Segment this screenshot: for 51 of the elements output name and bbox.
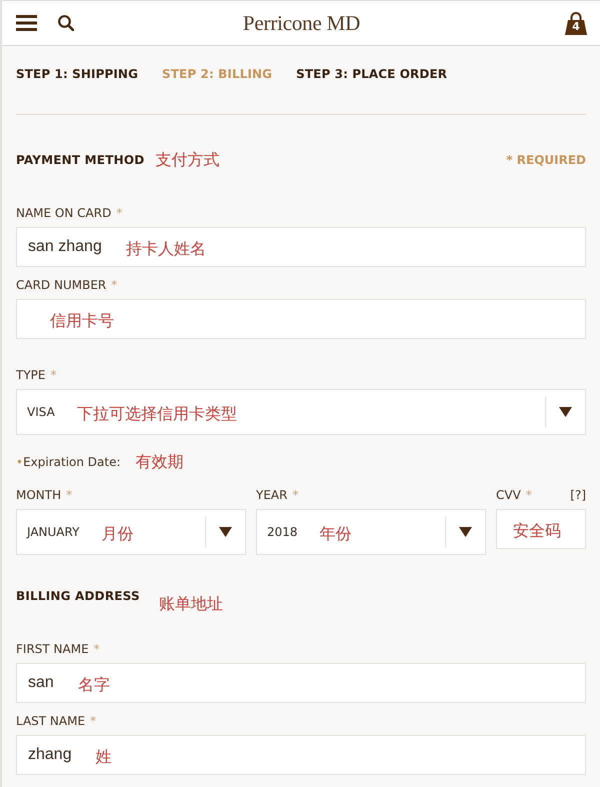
checkout-step-tab[interactable]: STEP 1: SHIPPING [16, 66, 138, 82]
required-mark: * [94, 641, 100, 657]
field-label: LAST NAME [16, 713, 86, 729]
annotation-text: 月份 [101, 523, 134, 544]
annotation-text: 年份 [320, 523, 352, 544]
required-mark: * [90, 713, 96, 729]
search-icon[interactable] [58, 15, 74, 31]
annotation-text: 名字 [78, 674, 110, 695]
annotation-text: 持卡人姓名 [126, 238, 206, 259]
annotation-text: 姓 [96, 746, 112, 767]
required-mark: * [50, 367, 56, 383]
input-field[interactable]: san 名字 [16, 663, 586, 703]
checkout-step-tab[interactable]: STEP 3: PLACE ORDER [296, 66, 448, 82]
cart-count: 4 [571, 20, 581, 32]
caret-icon [459, 527, 472, 537]
caret-icon [219, 527, 232, 537]
required-note: * REQUIRED [506, 152, 586, 168]
annotation-text: 信用卡号 [50, 310, 114, 331]
required-mark: * [526, 487, 532, 503]
bullet-mark: • [16, 454, 24, 470]
annotation-text: 账单地址 [158, 594, 223, 614]
input-field[interactable]: 信用卡号 [16, 299, 586, 339]
section-title: BILLING ADDRESS [16, 588, 140, 604]
field-label: NAME ON CARD [16, 205, 112, 221]
required-mark: * [66, 487, 72, 503]
select-dropdown[interactable]: VISA 下拉可选择信用卡类型 [16, 389, 586, 435]
bag-icon[interactable] [565, 12, 587, 34]
caret-icon [559, 407, 572, 417]
help-link[interactable]: [?] [570, 487, 586, 503]
input-field[interactable]: san zhang 持卡人姓名 [16, 227, 586, 267]
field-label: CVV [496, 487, 521, 503]
section-title: PAYMENT METHOD [16, 152, 144, 168]
input-field[interactable]: 安全码 [496, 509, 586, 549]
expiration-label: Expiration Date: [23, 454, 121, 470]
required-mark: * [111, 277, 118, 293]
select-dropdown[interactable]: 2018 年份 [256, 509, 486, 555]
required-mark: * [292, 487, 298, 503]
field-label: CARD NUMBER [16, 277, 106, 293]
field-label: FIRST NAME [16, 641, 89, 657]
menu-icon[interactable] [16, 15, 37, 31]
annotation-text: 支付方式 [155, 150, 220, 170]
annotation-text: 下拉可选择信用卡类型 [76, 403, 237, 424]
required-mark: * [116, 205, 122, 221]
input-field[interactable]: zhang 姓 [16, 735, 586, 775]
field-label: YEAR [256, 487, 288, 503]
brand-logo[interactable]: Perricone MD [242, 10, 360, 36]
field-label: MONTH [16, 487, 62, 503]
select-dropdown[interactable]: JANUARY 月份 [16, 509, 246, 555]
annotation-text: 安全码 [513, 520, 561, 541]
annotation-text: 有效期 [136, 452, 184, 472]
field-label: TYPE [16, 367, 46, 383]
